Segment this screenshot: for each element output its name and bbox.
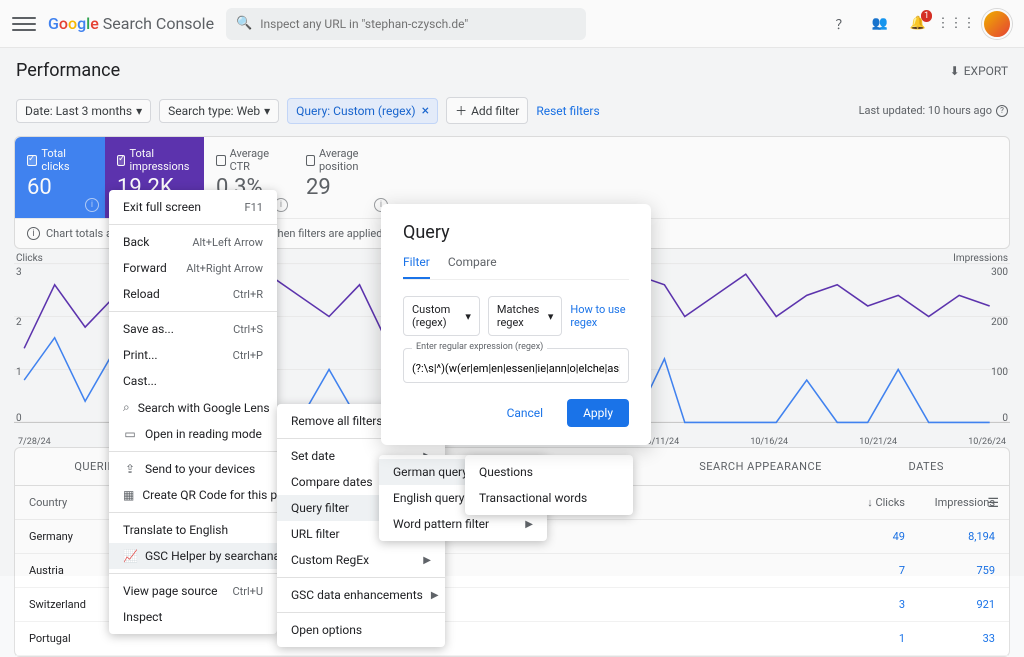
menu-item[interactable]: View page sourceCtrl+U (109, 578, 277, 604)
menu-item[interactable]: Cast... (109, 368, 277, 394)
select-query-mode[interactable]: Custom (regex)▾ (403, 296, 480, 336)
menu-item[interactable]: ForwardAlt+Right Arrow (109, 255, 277, 281)
chevron-right-icon: ▶ (431, 590, 439, 601)
regex-help-link[interactable]: How to use regex (570, 303, 629, 329)
menu-item[interactable]: Questions (465, 459, 633, 485)
regex-input-label: Enter regular expression (regex) (412, 342, 547, 352)
menu-item[interactable]: 📈GSC Helper by searchanalyzer.io▶ (109, 543, 277, 569)
select-match-mode[interactable]: Matches regex▾ (488, 296, 563, 336)
menu-item[interactable]: GSC data enhancements▶ (277, 582, 445, 608)
menu-item-icon: ⌕ (123, 400, 130, 415)
menu-item[interactable]: ReloadCtrl+R (109, 281, 277, 307)
modal-tab-filter[interactable]: Filter (403, 255, 430, 279)
menu-item-icon: 📈 (123, 549, 137, 563)
menu-item-icon: ▦ (123, 488, 134, 502)
chevron-right-icon: ▶ (525, 519, 533, 530)
chevron-right-icon: ▶ (423, 555, 431, 566)
cancel-button[interactable]: Cancel (491, 399, 560, 427)
regex-input[interactable] (412, 362, 620, 375)
modal-tab-compare[interactable]: Compare (448, 255, 497, 279)
apply-button[interactable]: Apply (567, 399, 629, 427)
menu-item[interactable]: ▦Create QR Code for this page (109, 482, 277, 508)
menu-item[interactable]: BackAlt+Left Arrow (109, 229, 277, 255)
menu-item[interactable]: Print...Ctrl+P (109, 342, 277, 368)
menu-item[interactable]: ⌕Search with Google Lens (109, 394, 277, 421)
menu-item-icon: ⇪ (123, 462, 137, 476)
german-query-submenu[interactable]: QuestionsTransactional words (465, 455, 633, 515)
menu-item[interactable]: Exit full screenF11 (109, 194, 277, 220)
menu-item[interactable]: Inspect (109, 604, 277, 630)
menu-item[interactable]: ⇪Send to your devices (109, 456, 277, 482)
menu-item[interactable]: Save as...Ctrl+S (109, 316, 277, 342)
menu-item[interactable]: ▭Open in reading mode (109, 421, 277, 447)
query-filter-modal: Query Filter Compare Custom (regex)▾ Mat… (381, 204, 651, 445)
menu-item[interactable]: Transactional words (465, 485, 633, 511)
browser-context-menu[interactable]: Exit full screenF11 BackAlt+Left ArrowFor… (109, 190, 277, 634)
menu-item-icon: ▭ (123, 427, 137, 441)
menu-item[interactable]: Custom RegEx▶ (277, 547, 445, 573)
menu-item[interactable]: Translate to English (109, 517, 277, 543)
menu-item[interactable]: Open options (277, 617, 445, 643)
modal-title: Query (403, 222, 629, 243)
